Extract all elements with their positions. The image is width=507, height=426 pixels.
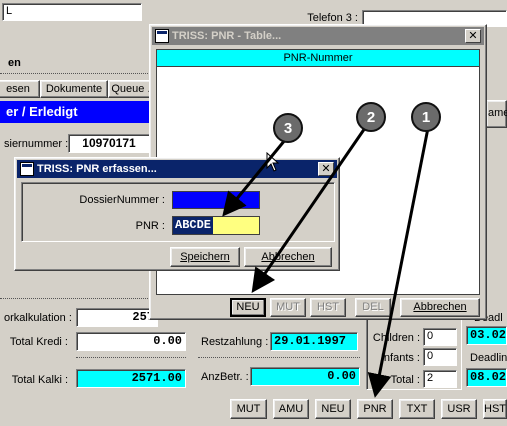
arrow-3 <box>222 139 287 217</box>
arrow-2 <box>251 127 367 293</box>
callout-1-number: 1 <box>422 109 430 126</box>
callout-2: 2 <box>356 102 386 132</box>
callout-2-number: 2 <box>367 109 375 126</box>
callout-3: 3 <box>273 113 303 143</box>
annotation-overlay: 1 2 3 <box>222 102 441 398</box>
callout-3-number: 3 <box>284 120 292 137</box>
callout-1: 1 <box>411 102 441 132</box>
arrow-1 <box>367 127 430 398</box>
